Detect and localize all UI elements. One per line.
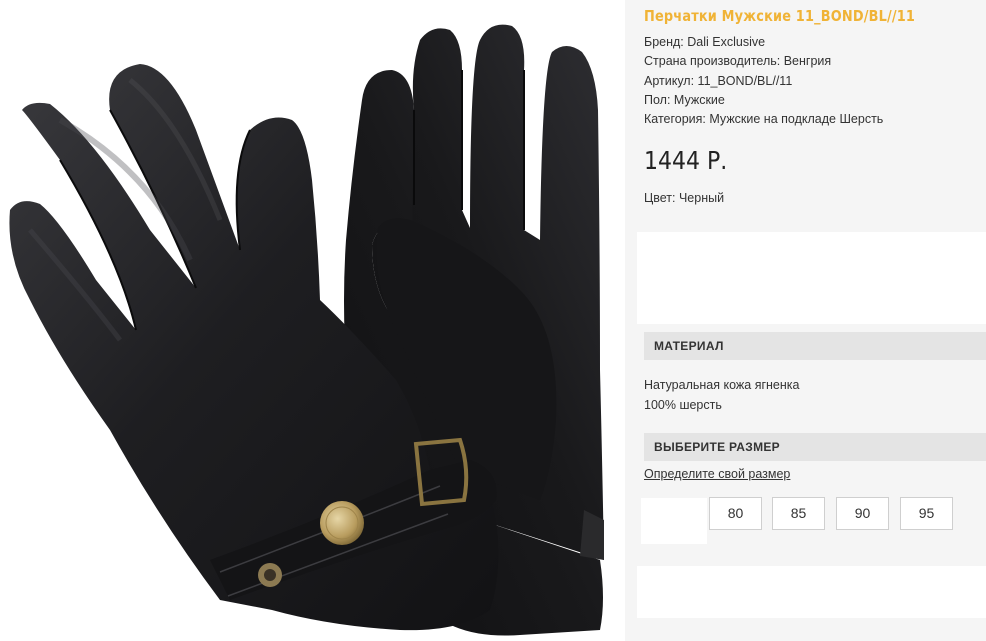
category-line: Категория: Мужские на подкладе Шерсть [644, 112, 884, 127]
country-line: Страна производитель: Венгрия [644, 54, 832, 69]
size-option-90[interactable]: 90 [836, 497, 889, 530]
product-info-panel: Перчатки Мужские 11_BOND/BL//11 Бренд: D… [625, 0, 986, 641]
article-line: Артикул: 11_BOND/BL//11 [644, 73, 793, 88]
material-line-2: 100% шерсть [644, 398, 722, 412]
color-line: Цвет: Черный [644, 191, 725, 205]
product-specs: Бренд: Dali Exclusive Страна производите… [644, 33, 883, 129]
product-title: Перчатки Мужские 11_BOND/BL//11 [644, 7, 916, 25]
size-header: ВЫБЕРИТЕ РАЗМЕР [644, 433, 986, 461]
size-option-95[interactable]: 95 [900, 497, 953, 530]
color-swatch-area [637, 232, 986, 324]
size-option-85[interactable]: 85 [772, 497, 825, 530]
product-image[interactable] [0, 0, 625, 641]
size-option-80[interactable]: 80 [709, 497, 762, 530]
material-description: Натуральная кожа ягненка 100% шерсть [644, 375, 799, 415]
gloves-photo [9, 24, 604, 636]
size-placeholder [641, 498, 707, 544]
material-line-1: Натуральная кожа ягненка [644, 378, 800, 392]
brand-line: Бренд: Dali Exclusive [644, 35, 766, 49]
product-price: 1444 Р. [644, 146, 728, 175]
snap-button [320, 501, 364, 545]
size-guide-link[interactable]: Определите свой размер [644, 467, 790, 481]
gender-line: Пол: Мужские [644, 92, 725, 107]
add-to-cart-area [637, 566, 986, 618]
material-header: МАТЕРИАЛ [644, 332, 986, 360]
